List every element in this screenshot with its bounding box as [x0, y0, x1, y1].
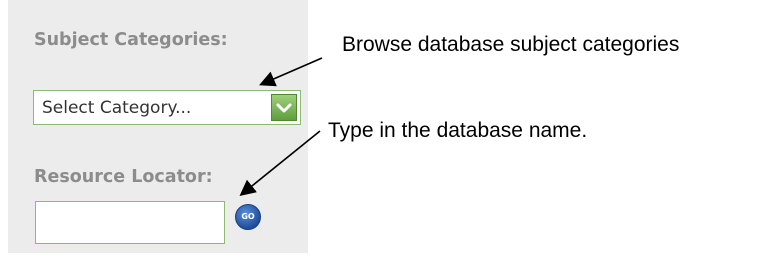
- annotation-arrows: [239, 57, 323, 197]
- arrow-to-resource-input: [239, 130, 321, 197]
- arrow-to-category-select: [259, 57, 323, 87]
